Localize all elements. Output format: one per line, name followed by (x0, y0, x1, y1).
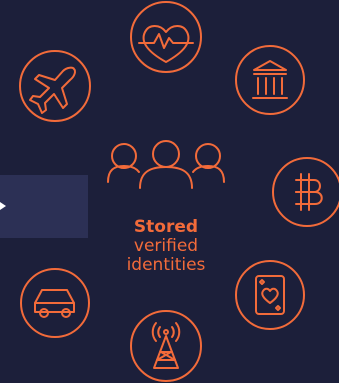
icon-ring (19, 1, 339, 382)
caption-title: Stored (133, 217, 199, 237)
caption-line-3: identities (126, 255, 206, 275)
bitcoin-icon (272, 157, 339, 227)
caption-line-2: verified (133, 236, 199, 256)
bank-icon (235, 45, 305, 115)
airplane-icon (19, 50, 91, 122)
cell-tower-icon (130, 310, 202, 382)
car-icon (20, 268, 90, 338)
heart-pulse-icon (130, 1, 202, 73)
playing-card-icon (235, 260, 305, 330)
caption: Stored verified identities (96, 218, 236, 275)
people-group-icon (107, 140, 225, 189)
identity-hub-graphic: Stored verified identities (0, 0, 339, 383)
